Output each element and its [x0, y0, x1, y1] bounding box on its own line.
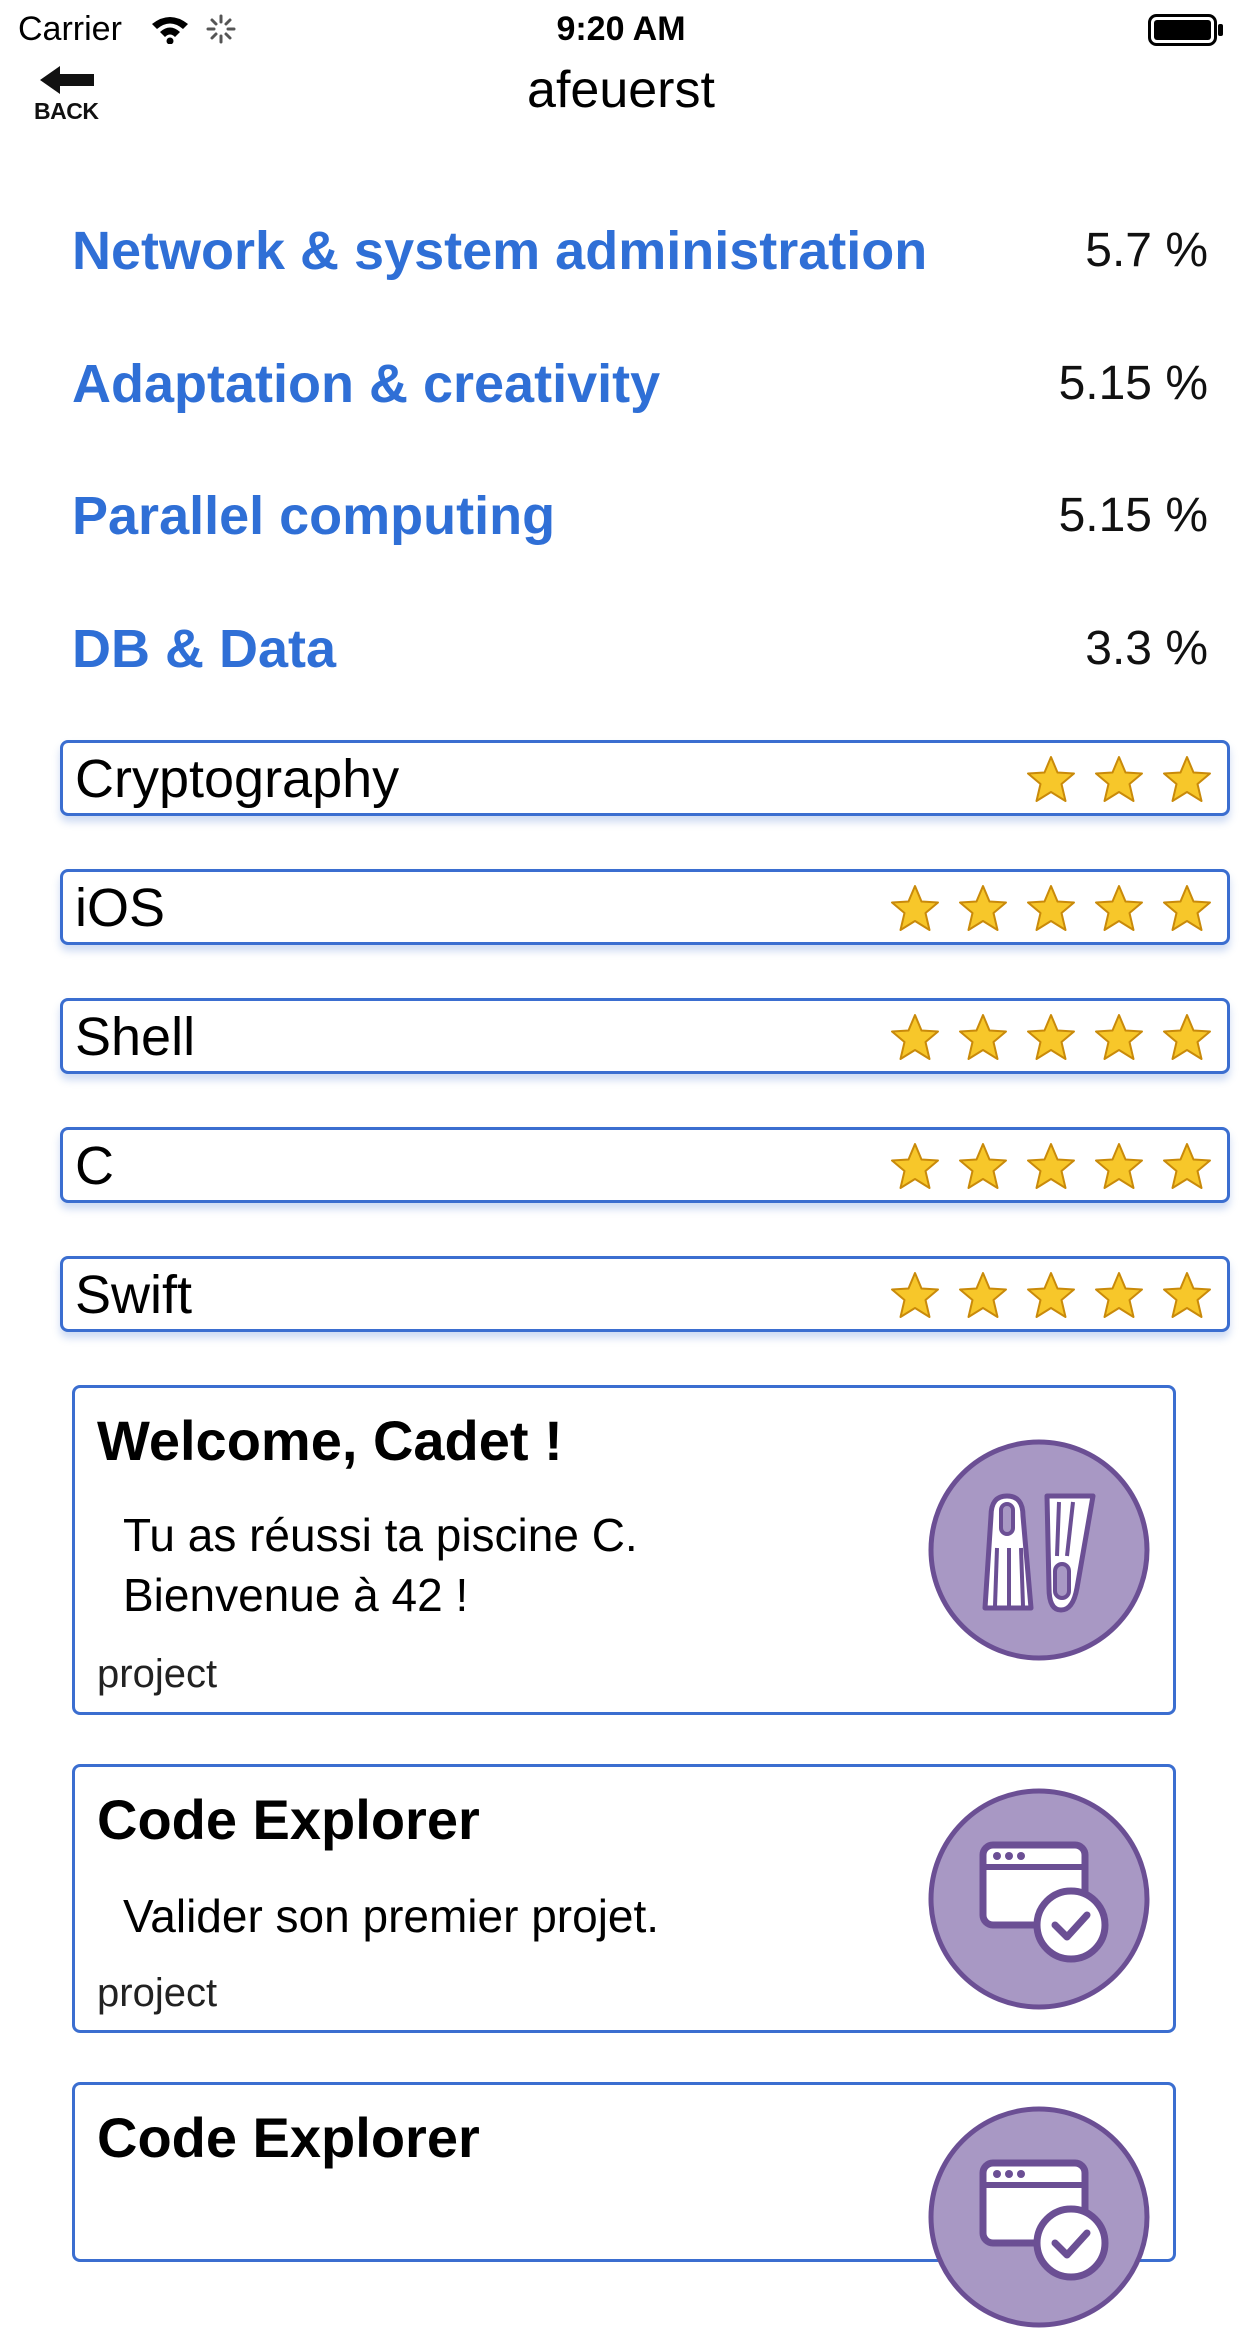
star-icon [1027, 756, 1075, 802]
star-icon [1163, 1143, 1211, 1189]
status-bar: Carrier 9:20 AM [0, 0, 1242, 60]
language-row[interactable]: C [60, 1127, 1230, 1203]
back-button[interactable]: BACK [34, 64, 106, 134]
skill-row: Parallel computing 5.15 % [72, 481, 1212, 551]
nav-bar: afeuerst BACK [0, 60, 1242, 150]
star-icon [1027, 1014, 1075, 1060]
language-name: Swift [75, 1265, 193, 1325]
star-icon [891, 1014, 939, 1060]
star-icon [1163, 1014, 1211, 1060]
achievement-description-line: Valider son premier projet. [123, 1890, 660, 1942]
language-name: iOS [75, 878, 166, 938]
skill-row: DB & Data 3.3 % [72, 614, 1212, 684]
star-rating [889, 1012, 1213, 1064]
star-icon [1095, 1143, 1143, 1189]
star-icon [1095, 756, 1143, 802]
star-rating [889, 883, 1213, 935]
code-explorer-icon [928, 1788, 1150, 2010]
star-rating [889, 1141, 1213, 1193]
achievement-card[interactable]: Code Explorer [72, 2082, 1176, 2328]
achievement-title: Code Explorer [97, 1788, 480, 1851]
skill-value: 5.15 % [1058, 357, 1208, 410]
star-icon [1095, 885, 1143, 931]
page-title: afeuerst [527, 61, 715, 119]
star-icon [891, 885, 939, 931]
achievement-description-line: Tu as réussi ta piscine C. [123, 1509, 638, 1561]
achievement-title: Welcome, Cadet ! [97, 1409, 563, 1472]
skill-name: Network & system administration [72, 221, 928, 281]
skill-name: Parallel computing [72, 486, 556, 546]
star-icon [959, 885, 1007, 931]
language-row[interactable]: Shell [60, 998, 1230, 1074]
battery-icon [1148, 14, 1223, 46]
star-icon [959, 1272, 1007, 1318]
achievement-kind: project [97, 1971, 218, 2015]
star-icon [1027, 1272, 1075, 1318]
star-icon [1163, 1272, 1211, 1318]
star-rating [889, 1270, 1213, 1322]
language-name: Cryptography [75, 749, 400, 809]
code-explorer-icon [928, 2106, 1150, 2328]
skill-row: Network & system administration 5.7 % [72, 216, 1212, 286]
star-icon [1027, 885, 1075, 931]
language-row[interactable]: iOS [60, 869, 1230, 945]
language-row[interactable]: Swift [60, 1256, 1230, 1332]
star-icon [959, 1014, 1007, 1060]
achievement-card[interactable]: Code Explorer Valider son premier projet… [72, 1764, 1176, 2033]
star-icon [959, 1143, 1007, 1189]
star-rating [1025, 754, 1213, 806]
skill-value: 5.7 % [1085, 224, 1208, 277]
skill-value: 5.15 % [1058, 489, 1208, 542]
achievement-description-line: Bienvenue à 42 ! [123, 1569, 469, 1621]
star-icon [1163, 885, 1211, 931]
back-label: BACK [34, 98, 99, 124]
language-name: C [75, 1136, 114, 1196]
status-time: 9:20 AM [556, 10, 686, 48]
skill-row: Adaptation & creativity 5.15 % [72, 349, 1212, 419]
language-row[interactable]: Cryptography [60, 740, 1230, 816]
skill-value: 3.3 % [1085, 622, 1208, 675]
skill-name: Adaptation & creativity [72, 354, 661, 414]
star-icon [891, 1272, 939, 1318]
flippers-icon [928, 1439, 1150, 1661]
star-icon [1027, 1143, 1075, 1189]
star-icon [1095, 1272, 1143, 1318]
star-icon [1095, 1014, 1143, 1060]
star-icon [891, 1143, 939, 1189]
achievement-kind: project [97, 1652, 218, 1696]
language-name: Shell [75, 1007, 196, 1067]
skill-name: DB & Data [72, 619, 337, 679]
star-icon [1163, 756, 1211, 802]
back-arrow-icon [40, 66, 94, 94]
achievement-card[interactable]: Welcome, Cadet ! Tu as réussi ta piscine… [72, 1385, 1176, 1715]
achievement-title: Code Explorer [97, 2106, 480, 2169]
